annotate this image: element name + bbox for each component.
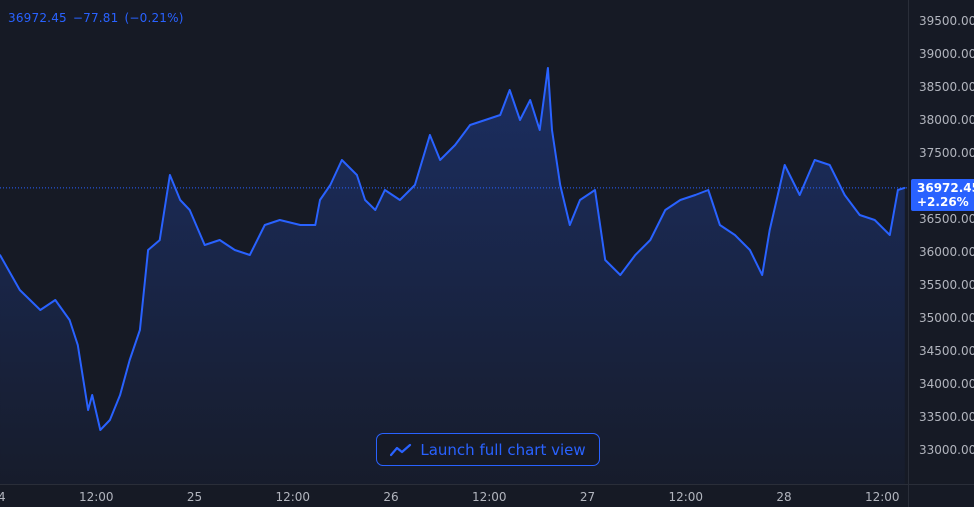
x-tick-label: 24 xyxy=(0,490,6,504)
y-tick-label: 33500.00 xyxy=(919,410,974,424)
x-tick-label: 12:00 xyxy=(275,490,310,504)
y-tick-label: 33000.00 xyxy=(919,443,974,457)
chart-line-icon xyxy=(390,443,412,456)
x-tick-label: 28 xyxy=(776,490,791,504)
x-tick-label: 12:00 xyxy=(472,490,507,504)
last-price-tag: 36972.45 +2.26% xyxy=(911,179,974,211)
price-legend: 36972.45 −77.81 (−0.21%) xyxy=(8,11,190,25)
y-tick-label: 37500.00 xyxy=(919,146,974,160)
y-tick-label: 39000.00 xyxy=(919,47,974,61)
time-axis[interactable]: 24 12:00 25 12:00 26 12:00 27 12:00 28 12:00 xyxy=(0,490,900,504)
legend-change: −77.81 xyxy=(72,11,119,25)
launch-button-label: Launch full chart view xyxy=(420,440,586,459)
y-tick-label: 39500.00 xyxy=(919,14,974,28)
x-tick-label: 25 xyxy=(187,490,202,504)
price-axis[interactable]: 39500.00 39000.00 38500.00 38000.00 37500.00… xyxy=(919,14,974,457)
price-chart[interactable]: 39500.00 39000.00 38500.00 38000.00 37500.00… xyxy=(0,0,974,507)
y-tick-label: 36500.00 xyxy=(919,212,974,226)
x-tick-label: 12:00 xyxy=(79,490,114,504)
last-price-value: 36972.45 xyxy=(917,181,974,195)
x-tick-label: 27 xyxy=(580,490,595,504)
y-tick-label: 36000.00 xyxy=(919,245,974,259)
x-tick-label: 12:00 xyxy=(865,490,900,504)
y-tick-label: 35500.00 xyxy=(919,278,974,292)
launch-full-chart-button[interactable]: Launch full chart view xyxy=(376,433,600,466)
price-area-fill xyxy=(0,68,905,484)
y-tick-label: 34500.00 xyxy=(919,344,974,358)
y-tick-label: 38000.00 xyxy=(919,113,974,127)
y-tick-label: 35000.00 xyxy=(919,311,974,325)
last-price-change: +2.26% xyxy=(917,195,969,209)
legend-change-pct: (−0.21%) xyxy=(124,11,184,25)
legend-price: 36972.45 xyxy=(8,11,67,25)
y-tick-label: 38500.00 xyxy=(919,80,974,94)
x-tick-label: 12:00 xyxy=(668,490,703,504)
x-tick-label: 26 xyxy=(383,490,398,504)
y-tick-label: 34000.00 xyxy=(919,377,974,391)
